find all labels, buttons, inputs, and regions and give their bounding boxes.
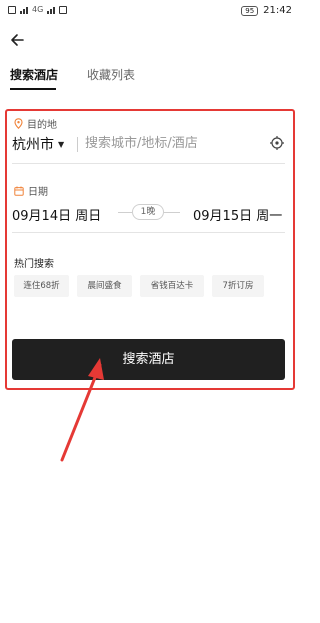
tab-bar: 搜索酒店 收藏列表 [10, 66, 290, 90]
date-label: 日期 [14, 183, 48, 198]
nights-line-right [164, 212, 180, 213]
checkout-date[interactable]: 09月15日 周一 [193, 205, 282, 224]
status-bar: 4G 95 21:42 [0, 0, 300, 22]
destination-label: 目的地 [14, 116, 57, 131]
destination-label-text: 目的地 [27, 120, 57, 131]
status-right: 95 21:42 [241, 5, 292, 16]
destination-search-input[interactable] [85, 133, 255, 153]
checkin-date[interactable]: 09月14日 周日 [12, 205, 101, 224]
date-label-text: 日期 [28, 187, 48, 198]
locate-icon [270, 136, 284, 150]
active-tab-indicator [10, 88, 56, 90]
signal-icon [20, 6, 28, 14]
city-selector[interactable]: 杭州市 ▼ [12, 134, 64, 154]
signal-icon-2 [47, 6, 56, 14]
hot-search-chip[interactable]: 连住68折 [14, 275, 69, 297]
notification-icon [59, 5, 68, 14]
caret-down-icon: ▼ [58, 139, 65, 149]
back-arrow-icon [11, 34, 24, 46]
divider-line [12, 232, 285, 233]
location-pin-icon [14, 118, 23, 129]
locate-button[interactable] [269, 135, 285, 151]
battery-icon: 95 [241, 5, 259, 16]
network-type: 4G [32, 5, 44, 14]
hot-search-title: 热门搜索 [14, 259, 54, 270]
nights-badge: 1晚 [132, 204, 164, 220]
hot-search-chip[interactable]: 7折订房 [212, 275, 264, 297]
back-button[interactable] [8, 30, 28, 50]
hot-search-chip[interactable]: 晨间盛食 [77, 275, 132, 297]
status-left: 4G [8, 5, 68, 14]
divider [77, 137, 78, 152]
annotation-arrow-icon [60, 358, 104, 462]
hot-search-chip[interactable]: 省钱百达卡 [140, 275, 204, 297]
tab-favorites[interactable]: 收藏列表 [87, 66, 135, 83]
sim-icon [8, 5, 16, 14]
divider-line [12, 163, 285, 164]
clock: 21:42 [263, 5, 292, 16]
city-name: 杭州市 [12, 137, 54, 153]
nights-line-left [118, 212, 132, 213]
tab-search-hotel[interactable]: 搜索酒店 [10, 66, 58, 83]
calendar-icon [14, 186, 24, 196]
